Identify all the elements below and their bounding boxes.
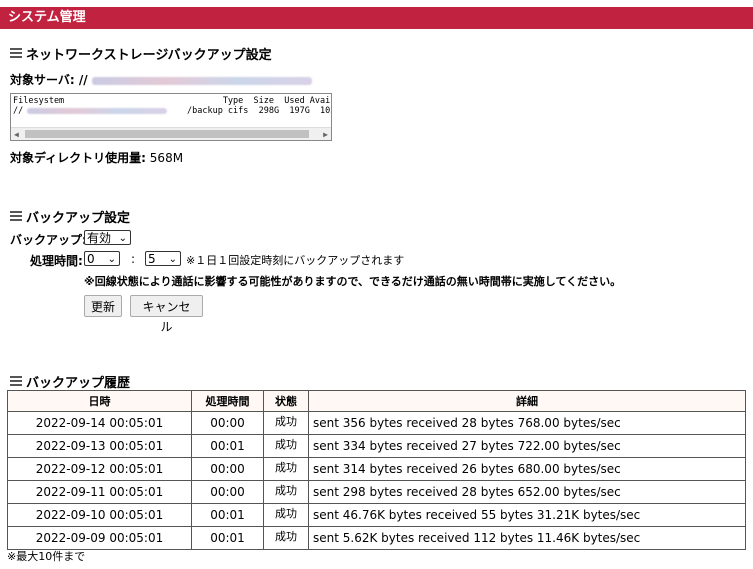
list-icon — [10, 48, 22, 59]
minute-value: 5 — [148, 252, 156, 266]
time-colon: : — [131, 252, 136, 266]
redacted-share — [27, 108, 167, 114]
chevron-down-icon: ⌄ — [118, 233, 127, 244]
table-row: 2022-09-12 00:05:01 00:00 成功 sent 314 by… — [7, 457, 746, 481]
row-detail: sent 5.62K bytes received 112 bytes 11.4… — [308, 526, 746, 550]
redacted-server-path — [91, 76, 312, 85]
scroll-left-icon[interactable]: ◀ — [14, 130, 19, 140]
table-row: 2022-09-10 00:05:01 00:01 成功 sent 46.76K… — [7, 503, 746, 527]
row-detail: sent 314 bytes received 26 bytes 680.00 … — [308, 457, 746, 481]
chevron-down-icon: ⌄ — [107, 254, 116, 265]
usage-row: 対象ディレクトリ使用量: 568M — [10, 149, 183, 166]
row-duration: 00:01 — [191, 503, 264, 527]
df-output-box[interactable]: Filesystem Type Size Used Avail U // /ba… — [10, 93, 332, 141]
history-section-heading: バックアップ履歴 — [10, 372, 130, 391]
backup-section-heading: バックアップ設定 — [10, 207, 130, 226]
nas-section-heading: ネットワークストレージバックアップ設定 — [10, 44, 272, 63]
row-detail: sent 356 bytes received 28 bytes 768.00 … — [308, 411, 746, 435]
df-header: Filesystem Type Size Used Avail U — [13, 96, 332, 106]
minute-select[interactable]: 5 ⌄ — [145, 251, 181, 266]
list-icon — [10, 376, 22, 387]
list-icon — [10, 211, 22, 222]
table-row: 2022-09-11 00:05:01 00:00 成功 sent 298 by… — [7, 480, 746, 504]
nas-heading-text: ネットワークストレージバックアップ設定 — [26, 48, 272, 63]
row-status: 成功 — [263, 411, 309, 435]
hour-value: 0 — [87, 252, 95, 266]
col-status: 状態 — [263, 390, 309, 412]
row-date: 2022-09-11 00:05:01 — [7, 480, 192, 504]
row-detail: sent 334 bytes received 27 bytes 722.00 … — [308, 434, 746, 458]
table-row: 2022-09-14 00:05:01 00:00 成功 sent 356 by… — [7, 411, 746, 435]
row-status: 成功 — [263, 503, 309, 527]
scroll-right-icon[interactable]: ▶ — [323, 130, 328, 140]
time-label: 処理時間: — [30, 254, 83, 268]
col-duration: 処理時間 — [191, 390, 264, 412]
server-label: 対象サーバ: // — [10, 73, 88, 87]
row-duration: 00:01 — [191, 434, 264, 458]
row-duration: 00:01 — [191, 526, 264, 550]
row-duration: 00:00 — [191, 480, 264, 504]
row-status: 成功 — [263, 434, 309, 458]
row-date: 2022-09-13 00:05:01 — [7, 434, 192, 458]
cancel-button[interactable]: キャンセル — [130, 295, 203, 334]
history-heading-text: バックアップ履歴 — [26, 376, 131, 391]
row-status: 成功 — [263, 480, 309, 504]
row-duration: 00:00 — [191, 457, 264, 481]
schedule-note: ※１日１回設定時刻にバックアップされます — [186, 254, 405, 267]
row-date: 2022-09-10 00:05:01 — [7, 503, 192, 527]
table-row: 2022-09-09 00:05:01 00:01 成功 sent 5.62K … — [7, 526, 746, 550]
backup-heading-text: バックアップ設定 — [26, 211, 131, 226]
hour-select[interactable]: 0 ⌄ — [84, 251, 120, 266]
backup-label: バックアップ: — [10, 233, 87, 247]
target-server-row: 対象サーバ: // — [10, 71, 312, 88]
backup-enable-value: 有効 — [87, 231, 112, 245]
row-status: 成功 — [263, 526, 309, 550]
history-footnote: ※最大10件まで — [7, 550, 86, 563]
page-title: システム管理 — [0, 7, 753, 29]
usage-value: 568M — [149, 151, 184, 165]
row-detail: sent 46.76K bytes received 55 bytes 31.2… — [308, 503, 746, 527]
update-button[interactable]: 更新 — [84, 295, 122, 317]
row-detail: sent 298 bytes received 28 bytes 652.00 … — [308, 480, 746, 504]
col-date: 日時 — [7, 390, 192, 412]
col-detail: 詳細 — [308, 390, 746, 412]
row-status: 成功 — [263, 457, 309, 481]
table-row: 2022-09-13 00:05:01 00:01 成功 sent 334 by… — [7, 434, 746, 458]
row-duration: 00:00 — [191, 411, 264, 435]
scrollbar-thumb[interactable] — [25, 130, 309, 138]
row-date: 2022-09-12 00:05:01 — [7, 457, 192, 481]
row-date: 2022-09-14 00:05:01 — [7, 411, 192, 435]
row-date: 2022-09-09 00:05:01 — [7, 526, 192, 550]
warning-note: ※回線状態により通話に影響する可能性がありますので、できるだけ通話の無い時間帯に… — [84, 275, 622, 288]
horizontal-scrollbar[interactable]: ◀ ▶ — [11, 127, 331, 140]
backup-enable-select[interactable]: 有効 ⌄ — [84, 230, 131, 245]
usage-label: 対象ディレクトリ使用量: — [10, 151, 146, 165]
table-header-row: 日時 処理時間 状態 詳細 — [7, 390, 746, 412]
chevron-down-icon: ⌄ — [168, 254, 177, 265]
history-table: 日時 処理時間 状態 詳細 2022-09-14 00:05:01 00:00 … — [7, 390, 746, 550]
